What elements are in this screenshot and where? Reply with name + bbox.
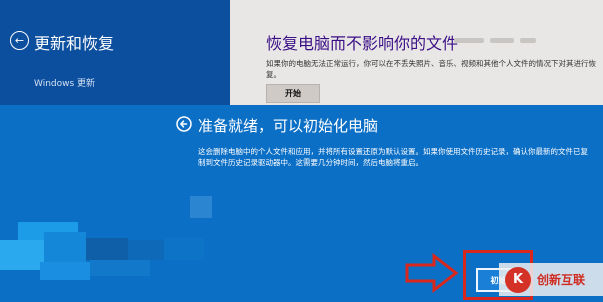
dialog-title: 准备就绪，可以初始化电脑 (198, 117, 379, 135)
red-arrow-icon (405, 253, 459, 293)
back-arrow-icon[interactable]: ← (10, 31, 29, 50)
recovery-option-title: 恢复电脑而不影响你的文件 (266, 34, 459, 53)
mosaic-block (190, 196, 212, 218)
watermark-text: 创新互联 (537, 273, 586, 287)
watermark: K 创新互联 (499, 263, 603, 296)
mosaic-block (44, 232, 86, 264)
blurred-text (490, 38, 514, 43)
mosaic-block (86, 238, 128, 260)
mosaic-block (0, 240, 44, 270)
dialog-description: 这会删除电脑中的个人文件和应用，并将所有设置还原为默认设置。如果你使用文件历史记… (198, 147, 588, 167)
mosaic-block (128, 240, 164, 260)
settings-title: 更新和恢复 (34, 34, 115, 53)
nav-item-windows-update[interactable]: Windows 更新 (34, 76, 95, 89)
mosaic-block (40, 262, 90, 280)
blurred-text (454, 38, 484, 43)
mosaic-block (164, 238, 204, 260)
brand-logo-icon: K (505, 266, 531, 293)
start-button[interactable]: 开始 (266, 84, 320, 103)
blurred-text (520, 38, 536, 43)
dialog-back-icon[interactable] (176, 116, 192, 132)
mosaic-block (90, 260, 150, 276)
recovery-option-description: 如果你的电脑无法正常运行，你可以在不丢失照片、音乐、视频和其他个人文件的情况下对… (266, 59, 596, 79)
